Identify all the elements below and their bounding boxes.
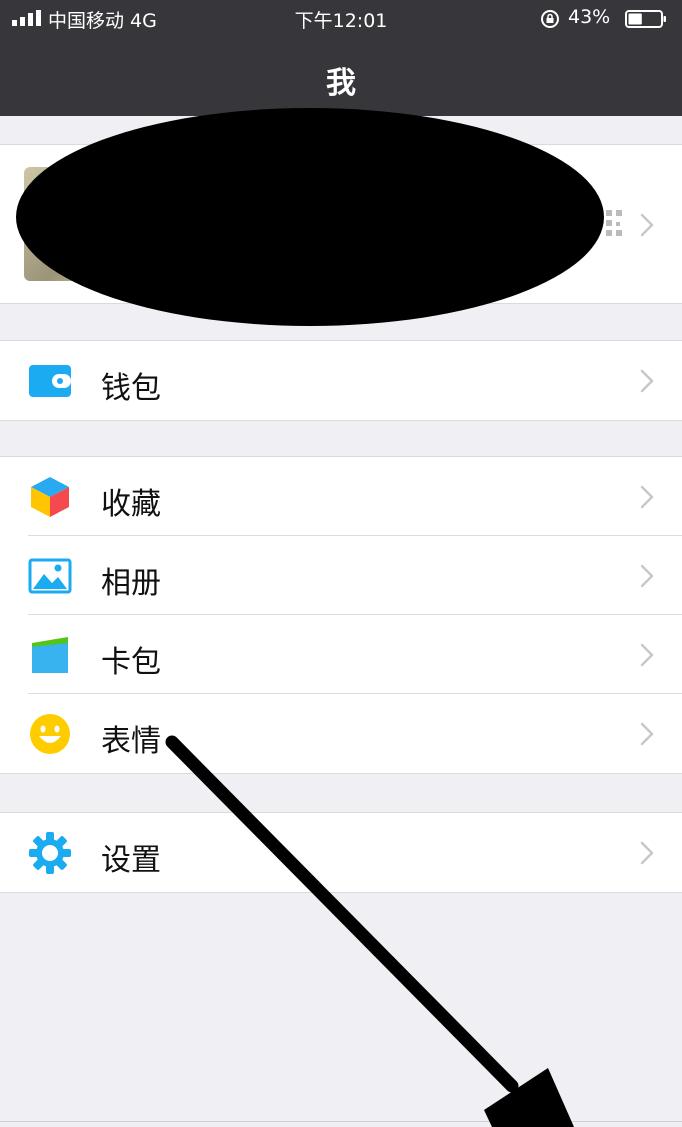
menu-item-stickers[interactable]: 表情 [0, 693, 682, 773]
menu-label: 收藏 [101, 487, 161, 522]
menu-item-favorites[interactable]: 收藏 [0, 457, 682, 536]
row-divider [28, 693, 682, 694]
chevron-right-icon [640, 485, 654, 509]
photo-icon [28, 558, 72, 594]
chevron-right-icon [640, 722, 654, 746]
qr-code-icon[interactable] [604, 208, 624, 238]
battery-icon [625, 10, 666, 28]
chevron-right-icon [640, 213, 654, 237]
top-bar: 中国移动 4G 下午12:01 43% 我 [0, 0, 682, 116]
row-divider [28, 535, 682, 536]
menu-item-settings[interactable]: 设置 [0, 813, 682, 892]
wallet-icon [29, 365, 71, 397]
menu-label: 设置 [101, 843, 161, 878]
chevron-right-icon [640, 369, 654, 393]
menu-item-wallet[interactable]: 钱包 [0, 341, 682, 420]
chevron-right-icon [640, 643, 654, 667]
settings-section: 设置 [0, 812, 682, 893]
menu-label: 相册 [101, 566, 161, 601]
row-divider [28, 614, 682, 615]
smiley-icon [30, 714, 70, 754]
tab-bar-edge [0, 1121, 682, 1122]
chevron-right-icon [640, 841, 654, 865]
wallet-section: 钱包 [0, 340, 682, 421]
rotation-lock-icon [541, 10, 559, 28]
menu-label: 卡包 [101, 645, 161, 680]
redaction-mask [16, 108, 604, 326]
status-bar: 中国移动 4G 下午12:01 43% [0, 0, 682, 38]
menu-label: 钱包 [101, 371, 161, 406]
gear-icon [29, 832, 71, 874]
chevron-right-icon [640, 564, 654, 588]
cube-icon [31, 477, 69, 517]
menu-label: 表情 [101, 724, 161, 759]
battery-percent: 43% [568, 6, 611, 28]
menu-item-cards[interactable]: 卡包 [0, 614, 682, 694]
card-icon [32, 637, 68, 673]
menu-item-album[interactable]: 相册 [0, 535, 682, 615]
collections-section: 收藏 相册 卡包 表情 [0, 456, 682, 774]
page-title: 我 [326, 66, 356, 101]
